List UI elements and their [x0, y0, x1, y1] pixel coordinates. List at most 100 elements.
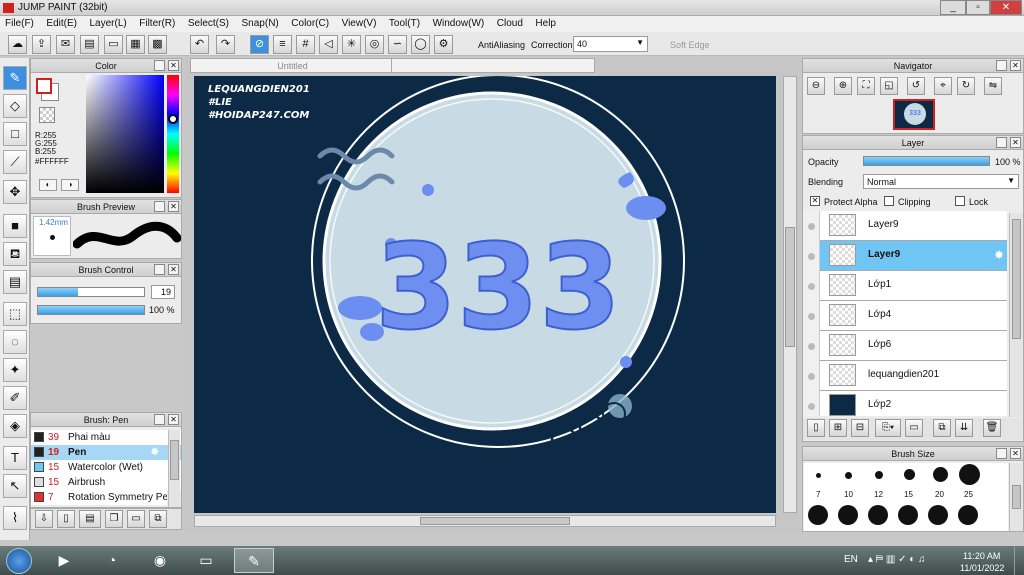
- close-icon[interactable]: ✕: [1010, 448, 1021, 459]
- gear-icon[interactable]: ✸: [994, 248, 1004, 262]
- minimize-button[interactable]: _: [940, 0, 966, 15]
- folder-icon[interactable]: ▭: [186, 548, 226, 573]
- text-tool-icon[interactable]: T: [3, 446, 27, 470]
- brush-size-field[interactable]: 19: [151, 285, 175, 299]
- brush-item[interactable]: 7 Rotation Symmetry Pen: [31, 490, 167, 505]
- close-icon[interactable]: ✕: [168, 201, 179, 212]
- gear-icon[interactable]: ✸: [151, 445, 159, 460]
- show-desktop-button[interactable]: [1014, 546, 1024, 575]
- menu-filter[interactable]: Filter(R): [134, 16, 180, 30]
- visibility-toggle-icon[interactable]: [808, 253, 815, 260]
- cloud-icon[interactable]: ☁: [8, 35, 27, 54]
- vertical-scrollbar[interactable]: [783, 76, 797, 513]
- brush-size-scrollbar[interactable]: [1009, 463, 1023, 531]
- layer-row[interactable]: Lớp4: [820, 301, 1007, 331]
- print-icon[interactable]: ▤: [80, 35, 99, 54]
- rotate-left-icon[interactable]: ↺: [907, 77, 925, 95]
- close-icon[interactable]: ✕: [168, 60, 179, 71]
- zoom-out-icon[interactable]: ⊖: [807, 77, 825, 95]
- app-icon[interactable]: ◔: [92, 548, 132, 573]
- saturation-value-picker[interactable]: [86, 75, 164, 193]
- visibility-toggle-icon[interactable]: [808, 313, 815, 320]
- close-icon[interactable]: ✕: [168, 264, 179, 275]
- brush-list-scrollbar[interactable]: [168, 430, 180, 507]
- size-dot[interactable]: [808, 505, 828, 525]
- dock-icon[interactable]: [154, 201, 165, 212]
- menu-layer[interactable]: Layer(L): [84, 16, 131, 30]
- snap-radial-icon[interactable]: ✳: [342, 35, 361, 54]
- hue-slider[interactable]: [167, 75, 179, 193]
- fg-color-swatch[interactable]: [36, 78, 52, 94]
- clock-time[interactable]: 11:20 AM: [963, 551, 1000, 561]
- clock-date[interactable]: 11/01/2022: [960, 563, 1004, 573]
- fill-rect-tool-icon[interactable]: ■: [3, 214, 27, 238]
- menu-view[interactable]: View(V): [337, 16, 382, 30]
- size-dot[interactable]: [928, 505, 948, 525]
- magic-wand-tool-icon[interactable]: ✦: [3, 358, 27, 382]
- layer-list-scrollbar[interactable]: [1009, 213, 1023, 417]
- palette-settings-icon[interactable]: ◑: [61, 179, 79, 191]
- palette-icon[interactable]: ◐: [39, 179, 57, 191]
- brush-item[interactable]: 15 Watercolor (Wet): [31, 460, 181, 475]
- layer-row[interactable]: Lớp2: [820, 391, 1007, 416]
- menu-cloud[interactable]: Cloud: [492, 16, 528, 30]
- drawing-canvas[interactable]: LEQUANGDIEN201 #LIE #HOIDAP247.COM 333: [194, 76, 776, 513]
- rotate-reset-icon[interactable]: ⌖: [934, 77, 952, 95]
- navigator-thumbnail[interactable]: 333: [893, 99, 935, 130]
- size-dot[interactable]: [959, 464, 980, 485]
- close-icon[interactable]: ✕: [1010, 137, 1021, 148]
- correction-select[interactable]: 40 ▼: [573, 36, 648, 52]
- protect-alpha-checkbox[interactable]: ✕: [810, 196, 820, 206]
- scroll-thumb[interactable]: [1012, 219, 1021, 339]
- zoom-in-icon[interactable]: ⊕: [834, 77, 852, 95]
- rectangle-tool-icon[interactable]: □: [3, 122, 27, 146]
- folder-icon[interactable]: ▭: [905, 419, 923, 437]
- visibility-toggle-icon[interactable]: [808, 343, 815, 350]
- menu-edit[interactable]: Edit(E): [41, 16, 82, 30]
- snap-off-icon[interactable]: ⊘: [250, 35, 269, 54]
- menu-file[interactable]: File(F): [0, 16, 39, 30]
- dock-icon[interactable]: [154, 264, 165, 275]
- snap-ellipse-icon[interactable]: ◯: [411, 35, 430, 54]
- snap-curve-icon[interactable]: ∽: [388, 35, 407, 54]
- fit-window-icon[interactable]: ⛶: [857, 77, 875, 95]
- pen-tool-icon[interactable]: ✎: [3, 66, 27, 90]
- clipping-checkbox[interactable]: [884, 196, 894, 206]
- jump-paint-icon[interactable]: ✎: [234, 548, 274, 573]
- document-icon[interactable]: ▭: [104, 35, 123, 54]
- scroll-thumb[interactable]: [785, 227, 795, 347]
- start-button[interactable]: [6, 548, 32, 574]
- dock-icon[interactable]: [154, 60, 165, 71]
- close-icon[interactable]: ✕: [1010, 60, 1021, 71]
- layer-row[interactable]: Lớp1: [820, 271, 1007, 301]
- language-indicator[interactable]: EN: [844, 554, 858, 565]
- hue-marker[interactable]: [168, 114, 178, 124]
- lock-checkbox[interactable]: [955, 196, 965, 206]
- snap-settings-icon[interactable]: ⚙: [434, 35, 453, 54]
- comment-icon[interactable]: ✉: [56, 35, 75, 54]
- select-pen-tool-icon[interactable]: ✐: [3, 386, 27, 410]
- horizontal-scrollbar[interactable]: [194, 515, 776, 527]
- download-brush-icon[interactable]: ⇩: [35, 510, 53, 528]
- tray-icons[interactable]: ▴ ⛿ ▥ ✓ ◐ ♫: [868, 554, 958, 565]
- eyedropper-tool-icon[interactable]: ⌇: [3, 506, 27, 530]
- size-dot[interactable]: [933, 467, 948, 482]
- snap-parallel-icon[interactable]: ≡: [273, 35, 292, 54]
- bucket-tool-icon[interactable]: ⛾: [3, 242, 27, 266]
- export-icon[interactable]: ⇪: [32, 35, 51, 54]
- new-brush-icon[interactable]: ▯: [57, 510, 75, 528]
- size-dot[interactable]: [898, 505, 918, 525]
- line-tool-icon[interactable]: ⟋: [3, 150, 27, 174]
- media-player-icon[interactable]: ▶: [44, 548, 84, 573]
- dock-icon[interactable]: [996, 137, 1007, 148]
- layer-row[interactable]: Layer9: [820, 211, 1007, 241]
- brush-item[interactable]: 39 Phai màu: [31, 430, 181, 445]
- maximize-button[interactable]: ▫: [966, 0, 990, 15]
- dock-icon[interactable]: [154, 414, 165, 425]
- new-layer-icon[interactable]: ▯: [807, 419, 825, 437]
- rotate-right-icon[interactable]: ↻: [957, 77, 975, 95]
- menu-window[interactable]: Window(W): [428, 16, 490, 30]
- new-layer-8bit-icon[interactable]: ⊞: [829, 419, 847, 437]
- new-layer-1bit-icon[interactable]: ⊟: [851, 419, 869, 437]
- size-dot[interactable]: [875, 471, 883, 479]
